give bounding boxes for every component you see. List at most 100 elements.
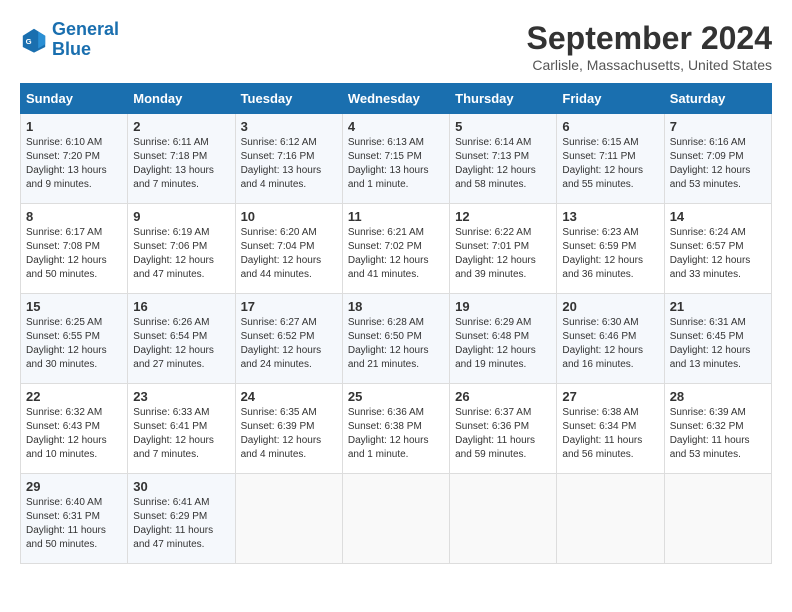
cell-info: Sunrise: 6:39 AM Sunset: 6:32 PM Dayligh…	[670, 406, 766, 462]
calendar-cell: 4 Sunrise: 6:13 AM Sunset: 7:15 PM Dayli…	[342, 114, 449, 204]
day-number: 28	[670, 389, 766, 404]
calendar-week-row: 15 Sunrise: 6:25 AM Sunset: 6:55 PM Dayl…	[21, 294, 772, 384]
calendar-cell: 18 Sunrise: 6:28 AM Sunset: 6:50 PM Dayl…	[342, 294, 449, 384]
day-number: 23	[133, 389, 229, 404]
cell-info: Sunrise: 6:25 AM Sunset: 6:55 PM Dayligh…	[26, 316, 122, 372]
cell-info: Sunrise: 6:22 AM Sunset: 7:01 PM Dayligh…	[455, 226, 551, 282]
month-title: September 2024	[527, 20, 772, 57]
cell-info: Sunrise: 6:20 AM Sunset: 7:04 PM Dayligh…	[241, 226, 337, 282]
cell-info: Sunrise: 6:36 AM Sunset: 6:38 PM Dayligh…	[348, 406, 444, 462]
day-number: 29	[26, 479, 122, 494]
calendar-cell: 16 Sunrise: 6:26 AM Sunset: 6:54 PM Dayl…	[128, 294, 235, 384]
location: Carlisle, Massachusetts, United States	[527, 57, 772, 73]
calendar-cell: 11 Sunrise: 6:21 AM Sunset: 7:02 PM Dayl…	[342, 204, 449, 294]
calendar-cell: 23 Sunrise: 6:33 AM Sunset: 6:41 PM Dayl…	[128, 384, 235, 474]
cell-info: Sunrise: 6:29 AM Sunset: 6:48 PM Dayligh…	[455, 316, 551, 372]
calendar-cell: 3 Sunrise: 6:12 AM Sunset: 7:16 PM Dayli…	[235, 114, 342, 204]
calendar-cell: 5 Sunrise: 6:14 AM Sunset: 7:13 PM Dayli…	[450, 114, 557, 204]
calendar-cell: 8 Sunrise: 6:17 AM Sunset: 7:08 PM Dayli…	[21, 204, 128, 294]
header-tuesday: Tuesday	[235, 84, 342, 114]
cell-info: Sunrise: 6:21 AM Sunset: 7:02 PM Dayligh…	[348, 226, 444, 282]
header-sunday: Sunday	[21, 84, 128, 114]
calendar-cell: 22 Sunrise: 6:32 AM Sunset: 6:43 PM Dayl…	[21, 384, 128, 474]
calendar-header-row: SundayMondayTuesdayWednesdayThursdayFrid…	[21, 84, 772, 114]
day-number: 15	[26, 299, 122, 314]
calendar-cell	[342, 474, 449, 564]
day-number: 8	[26, 209, 122, 224]
cell-info: Sunrise: 6:30 AM Sunset: 6:46 PM Dayligh…	[562, 316, 658, 372]
calendar-cell: 1 Sunrise: 6:10 AM Sunset: 7:20 PM Dayli…	[21, 114, 128, 204]
calendar-cell: 28 Sunrise: 6:39 AM Sunset: 6:32 PM Dayl…	[664, 384, 771, 474]
logo-line1: General	[52, 19, 119, 39]
header-friday: Friday	[557, 84, 664, 114]
cell-info: Sunrise: 6:14 AM Sunset: 7:13 PM Dayligh…	[455, 136, 551, 192]
calendar-cell: 30 Sunrise: 6:41 AM Sunset: 6:29 PM Dayl…	[128, 474, 235, 564]
cell-info: Sunrise: 6:38 AM Sunset: 6:34 PM Dayligh…	[562, 406, 658, 462]
cell-info: Sunrise: 6:41 AM Sunset: 6:29 PM Dayligh…	[133, 496, 229, 552]
calendar-week-row: 22 Sunrise: 6:32 AM Sunset: 6:43 PM Dayl…	[21, 384, 772, 474]
calendar-cell: 25 Sunrise: 6:36 AM Sunset: 6:38 PM Dayl…	[342, 384, 449, 474]
header-monday: Monday	[128, 84, 235, 114]
cell-info: Sunrise: 6:37 AM Sunset: 6:36 PM Dayligh…	[455, 406, 551, 462]
day-number: 14	[670, 209, 766, 224]
calendar-cell: 21 Sunrise: 6:31 AM Sunset: 6:45 PM Dayl…	[664, 294, 771, 384]
calendar-cell	[557, 474, 664, 564]
logo: G General Blue	[20, 20, 119, 60]
cell-info: Sunrise: 6:19 AM Sunset: 7:06 PM Dayligh…	[133, 226, 229, 282]
svg-text:G: G	[26, 37, 32, 46]
cell-info: Sunrise: 6:17 AM Sunset: 7:08 PM Dayligh…	[26, 226, 122, 282]
header-thursday: Thursday	[450, 84, 557, 114]
logo-line2: Blue	[52, 39, 91, 59]
calendar-week-row: 8 Sunrise: 6:17 AM Sunset: 7:08 PM Dayli…	[21, 204, 772, 294]
title-block: September 2024 Carlisle, Massachusetts, …	[527, 20, 772, 73]
day-number: 5	[455, 119, 551, 134]
calendar-cell: 20 Sunrise: 6:30 AM Sunset: 6:46 PM Dayl…	[557, 294, 664, 384]
day-number: 25	[348, 389, 444, 404]
day-number: 2	[133, 119, 229, 134]
calendar-cell	[664, 474, 771, 564]
day-number: 1	[26, 119, 122, 134]
day-number: 26	[455, 389, 551, 404]
day-number: 13	[562, 209, 658, 224]
logo-text: General Blue	[52, 20, 119, 60]
day-number: 18	[348, 299, 444, 314]
day-number: 19	[455, 299, 551, 314]
day-number: 3	[241, 119, 337, 134]
calendar-cell: 2 Sunrise: 6:11 AM Sunset: 7:18 PM Dayli…	[128, 114, 235, 204]
calendar-cell: 14 Sunrise: 6:24 AM Sunset: 6:57 PM Dayl…	[664, 204, 771, 294]
cell-info: Sunrise: 6:27 AM Sunset: 6:52 PM Dayligh…	[241, 316, 337, 372]
day-number: 10	[241, 209, 337, 224]
day-number: 24	[241, 389, 337, 404]
calendar-week-row: 1 Sunrise: 6:10 AM Sunset: 7:20 PM Dayli…	[21, 114, 772, 204]
calendar-cell: 6 Sunrise: 6:15 AM Sunset: 7:11 PM Dayli…	[557, 114, 664, 204]
calendar-cell: 26 Sunrise: 6:37 AM Sunset: 6:36 PM Dayl…	[450, 384, 557, 474]
cell-info: Sunrise: 6:32 AM Sunset: 6:43 PM Dayligh…	[26, 406, 122, 462]
day-number: 6	[562, 119, 658, 134]
day-number: 22	[26, 389, 122, 404]
calendar-cell: 9 Sunrise: 6:19 AM Sunset: 7:06 PM Dayli…	[128, 204, 235, 294]
calendar-cell: 10 Sunrise: 6:20 AM Sunset: 7:04 PM Dayl…	[235, 204, 342, 294]
calendar-cell: 15 Sunrise: 6:25 AM Sunset: 6:55 PM Dayl…	[21, 294, 128, 384]
cell-info: Sunrise: 6:35 AM Sunset: 6:39 PM Dayligh…	[241, 406, 337, 462]
calendar-cell: 27 Sunrise: 6:38 AM Sunset: 6:34 PM Dayl…	[557, 384, 664, 474]
cell-info: Sunrise: 6:31 AM Sunset: 6:45 PM Dayligh…	[670, 316, 766, 372]
cell-info: Sunrise: 6:33 AM Sunset: 6:41 PM Dayligh…	[133, 406, 229, 462]
page-header: G General Blue September 2024 Carlisle, …	[20, 20, 772, 73]
calendar-cell: 29 Sunrise: 6:40 AM Sunset: 6:31 PM Dayl…	[21, 474, 128, 564]
cell-info: Sunrise: 6:12 AM Sunset: 7:16 PM Dayligh…	[241, 136, 337, 192]
day-number: 4	[348, 119, 444, 134]
calendar-cell: 13 Sunrise: 6:23 AM Sunset: 6:59 PM Dayl…	[557, 204, 664, 294]
cell-info: Sunrise: 6:23 AM Sunset: 6:59 PM Dayligh…	[562, 226, 658, 282]
cell-info: Sunrise: 6:11 AM Sunset: 7:18 PM Dayligh…	[133, 136, 229, 192]
day-number: 17	[241, 299, 337, 314]
day-number: 30	[133, 479, 229, 494]
header-wednesday: Wednesday	[342, 84, 449, 114]
calendar-cell: 12 Sunrise: 6:22 AM Sunset: 7:01 PM Dayl…	[450, 204, 557, 294]
day-number: 9	[133, 209, 229, 224]
header-saturday: Saturday	[664, 84, 771, 114]
cell-info: Sunrise: 6:28 AM Sunset: 6:50 PM Dayligh…	[348, 316, 444, 372]
cell-info: Sunrise: 6:10 AM Sunset: 7:20 PM Dayligh…	[26, 136, 122, 192]
cell-info: Sunrise: 6:26 AM Sunset: 6:54 PM Dayligh…	[133, 316, 229, 372]
day-number: 11	[348, 209, 444, 224]
calendar-cell: 7 Sunrise: 6:16 AM Sunset: 7:09 PM Dayli…	[664, 114, 771, 204]
